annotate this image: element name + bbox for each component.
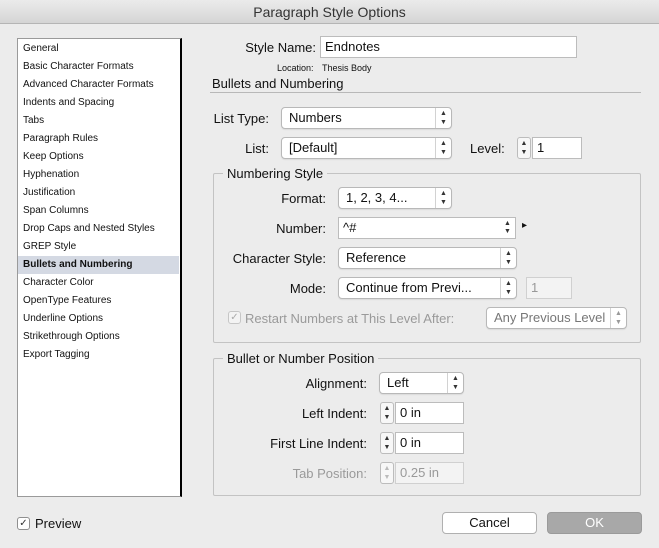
character-style-dropdown[interactable]: Reference ▲ ▼ xyxy=(338,247,517,269)
sidebar-item-drop-caps[interactable]: Drop Caps and Nested Styles xyxy=(18,220,179,238)
chevron-updown-icon: ▲ ▼ xyxy=(435,108,451,128)
character-style-value: Reference xyxy=(346,250,406,265)
alignment-dropdown[interactable]: Left ▲ ▼ xyxy=(379,372,464,394)
restart-numbers-label: Restart Numbers at This Level After: xyxy=(245,311,455,326)
chevron-updown-icon: ▲ ▼ xyxy=(447,373,463,393)
style-name-label: Style Name: xyxy=(245,40,316,55)
sidebar-item-span-columns[interactable]: Span Columns xyxy=(18,202,179,220)
list-type-dropdown[interactable]: Numbers ▲ ▼ xyxy=(281,107,452,129)
sidebar-item-tabs[interactable]: Tabs xyxy=(18,112,179,130)
chevron-updown-icon: ▲ ▼ xyxy=(435,188,451,208)
sidebar-item-justification[interactable]: Justification xyxy=(18,184,179,202)
insert-special-character-arrow-icon[interactable]: ▸ xyxy=(522,220,527,231)
first-line-indent-input[interactable]: 0 in xyxy=(395,432,464,454)
sidebar-item-paragraph-rules[interactable]: Paragraph Rules xyxy=(18,130,179,148)
sidebar-item-indents-and-spacing[interactable]: Indents and Spacing xyxy=(18,94,179,112)
style-name-input[interactable]: Endnotes xyxy=(320,36,577,58)
chevron-updown-icon: ▲ ▼ xyxy=(610,308,626,328)
first-line-indent-label: First Line Indent: xyxy=(270,436,367,451)
mode-value: Continue from Previ... xyxy=(346,280,472,295)
list-type-label: List Type: xyxy=(213,111,269,126)
sidebar-item-underline-options[interactable]: Underline Options xyxy=(18,310,179,328)
category-list: General Basic Character Formats Advanced… xyxy=(17,38,182,497)
chevron-updown-icon: ▲ ▼ xyxy=(435,138,451,158)
sidebar-item-grep-style[interactable]: GREP Style xyxy=(18,238,179,256)
list-label: List: xyxy=(245,141,269,156)
left-indent-input[interactable]: 0 in xyxy=(395,402,464,424)
preview-checkbox[interactable]: ✓ xyxy=(17,517,30,530)
chevron-updown-icon: ▲ ▼ xyxy=(500,278,516,298)
alignment-value: Left xyxy=(387,375,409,390)
sidebar-item-character-color[interactable]: Character Color xyxy=(18,274,179,292)
sidebar-item-hyphenation[interactable]: Hyphenation xyxy=(18,166,179,184)
sidebar-item-keep-options[interactable]: Keep Options xyxy=(18,148,179,166)
left-indent-stepper[interactable]: ▲ ▼ xyxy=(380,402,394,424)
tab-position-stepper: ▲ ▼ xyxy=(380,462,394,484)
character-style-label: Character Style: xyxy=(232,251,326,266)
tab-position-label: Tab Position: xyxy=(292,466,367,481)
number-field-stepper-icon[interactable]: ▲ ▼ xyxy=(501,220,514,236)
format-value: 1, 2, 3, 4... xyxy=(346,190,408,205)
mode-dropdown[interactable]: Continue from Previ... ▲ ▼ xyxy=(338,277,517,299)
section-title: Bullets and Numbering xyxy=(212,76,344,91)
restart-level-value: Any Previous Level xyxy=(494,310,606,325)
list-type-value: Numbers xyxy=(289,110,342,125)
number-label: Number: xyxy=(276,221,326,236)
sidebar-item-export-tagging[interactable]: Export Tagging xyxy=(18,346,179,364)
level-stepper[interactable]: ▲ ▼ xyxy=(517,137,531,159)
window-title-bar: Paragraph Style Options xyxy=(0,0,659,24)
ok-button[interactable]: OK xyxy=(547,512,642,534)
sidebar-item-opentype-features[interactable]: OpenType Features xyxy=(18,292,179,310)
tab-position-input: 0.25 in xyxy=(395,462,464,484)
location-value: Thesis Body xyxy=(322,63,372,73)
location-label: Location: xyxy=(277,63,314,73)
sidebar-item-advanced-character-formats[interactable]: Advanced Character Formats xyxy=(18,76,179,94)
sidebar-item-bullets-and-numbering[interactable]: Bullets and Numbering xyxy=(18,256,179,274)
numbering-style-legend: Numbering Style xyxy=(223,166,328,181)
restart-level-dropdown: Any Previous Level ▲ ▼ xyxy=(486,307,627,329)
section-divider xyxy=(210,92,641,93)
left-indent-label: Left Indent: xyxy=(301,406,367,421)
mode-start-input: 1 xyxy=(526,277,572,299)
cancel-button[interactable]: Cancel xyxy=(442,512,537,534)
format-label: Format: xyxy=(281,191,326,206)
number-input[interactable]: ^# xyxy=(338,217,516,239)
number-value: ^# xyxy=(343,220,357,235)
sidebar-item-general[interactable]: General xyxy=(18,40,179,58)
list-dropdown[interactable]: [Default] ▲ ▼ xyxy=(281,137,452,159)
sidebar-item-strikethrough-options[interactable]: Strikethrough Options xyxy=(18,328,179,346)
alignment-label: Alignment: xyxy=(305,376,367,391)
level-input[interactable]: 1 xyxy=(532,137,582,159)
list-value: [Default] xyxy=(289,140,338,155)
window-title: Paragraph Style Options xyxy=(253,4,406,20)
restart-numbers-checkbox: ✓ xyxy=(228,311,241,324)
preview-label: Preview xyxy=(35,516,82,531)
format-dropdown[interactable]: 1, 2, 3, 4... ▲ ▼ xyxy=(338,187,452,209)
level-label: Level: xyxy=(470,141,505,156)
sidebar-item-basic-character-formats[interactable]: Basic Character Formats xyxy=(18,58,179,76)
mode-label: Mode: xyxy=(289,281,326,296)
first-line-indent-stepper[interactable]: ▲ ▼ xyxy=(380,432,394,454)
position-legend: Bullet or Number Position xyxy=(223,351,379,366)
chevron-updown-icon: ▲ ▼ xyxy=(500,248,516,268)
